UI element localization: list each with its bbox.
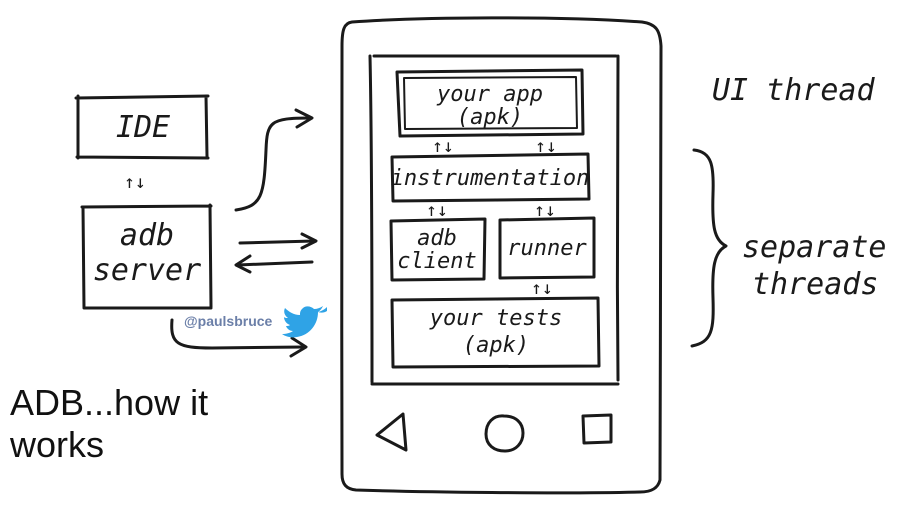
- your-app-box: your app (apk): [395, 68, 585, 138]
- ide-label: IDE: [116, 110, 170, 145]
- runner-label: runner: [507, 236, 587, 261]
- instrumentation-adb-client-sync-arrows: ↑↓: [426, 200, 448, 221]
- your-app-label-line2: (apk): [457, 105, 523, 130]
- back-triangle-icon: [375, 412, 408, 452]
- recents-square-icon: [581, 413, 613, 445]
- adb-server-label-line2: server: [93, 253, 201, 288]
- home-circle-icon: [484, 414, 525, 453]
- instrumentation-box: instrumentation: [390, 152, 591, 203]
- adb-client-label-line1: adb: [417, 226, 457, 251]
- your-tests-label-line1: your tests: [429, 306, 562, 331]
- separate-threads-label-line2: threads: [752, 267, 878, 302]
- your-app-label-line1: your app: [436, 82, 543, 107]
- ide-adb-sync-arrows: ↑↓: [124, 172, 146, 193]
- separate-threads-brace: [690, 148, 728, 348]
- instrumentation-label: instrumentation: [391, 166, 590, 191]
- ui-thread-label: UI thread: [712, 73, 875, 108]
- adb-client-box: adb client: [389, 217, 487, 282]
- twitter-credit: @paulsbruce: [184, 306, 327, 338]
- runner-tests-sync-arrows: ↑↓: [531, 278, 553, 299]
- slide-caption: ADB...how it works: [10, 382, 209, 465]
- separate-threads-label-line1: separate: [742, 230, 887, 265]
- runner-box: runner: [498, 216, 596, 280]
- twitter-handle: @paulsbruce: [184, 313, 273, 329]
- adb-server-box: adb server: [80, 203, 213, 310]
- ide-box: IDE: [74, 94, 210, 160]
- twitter-bird-icon: [282, 306, 327, 338]
- adb-server-label-line1: adb: [120, 218, 174, 253]
- your-tests-box: your tests (apk): [390, 296, 601, 369]
- app-instrumentation-sync-arrows: ↑↓: [432, 136, 454, 157]
- adb-client-label-line2: client: [397, 249, 476, 274]
- your-tests-label-line2: (apk): [463, 333, 529, 358]
